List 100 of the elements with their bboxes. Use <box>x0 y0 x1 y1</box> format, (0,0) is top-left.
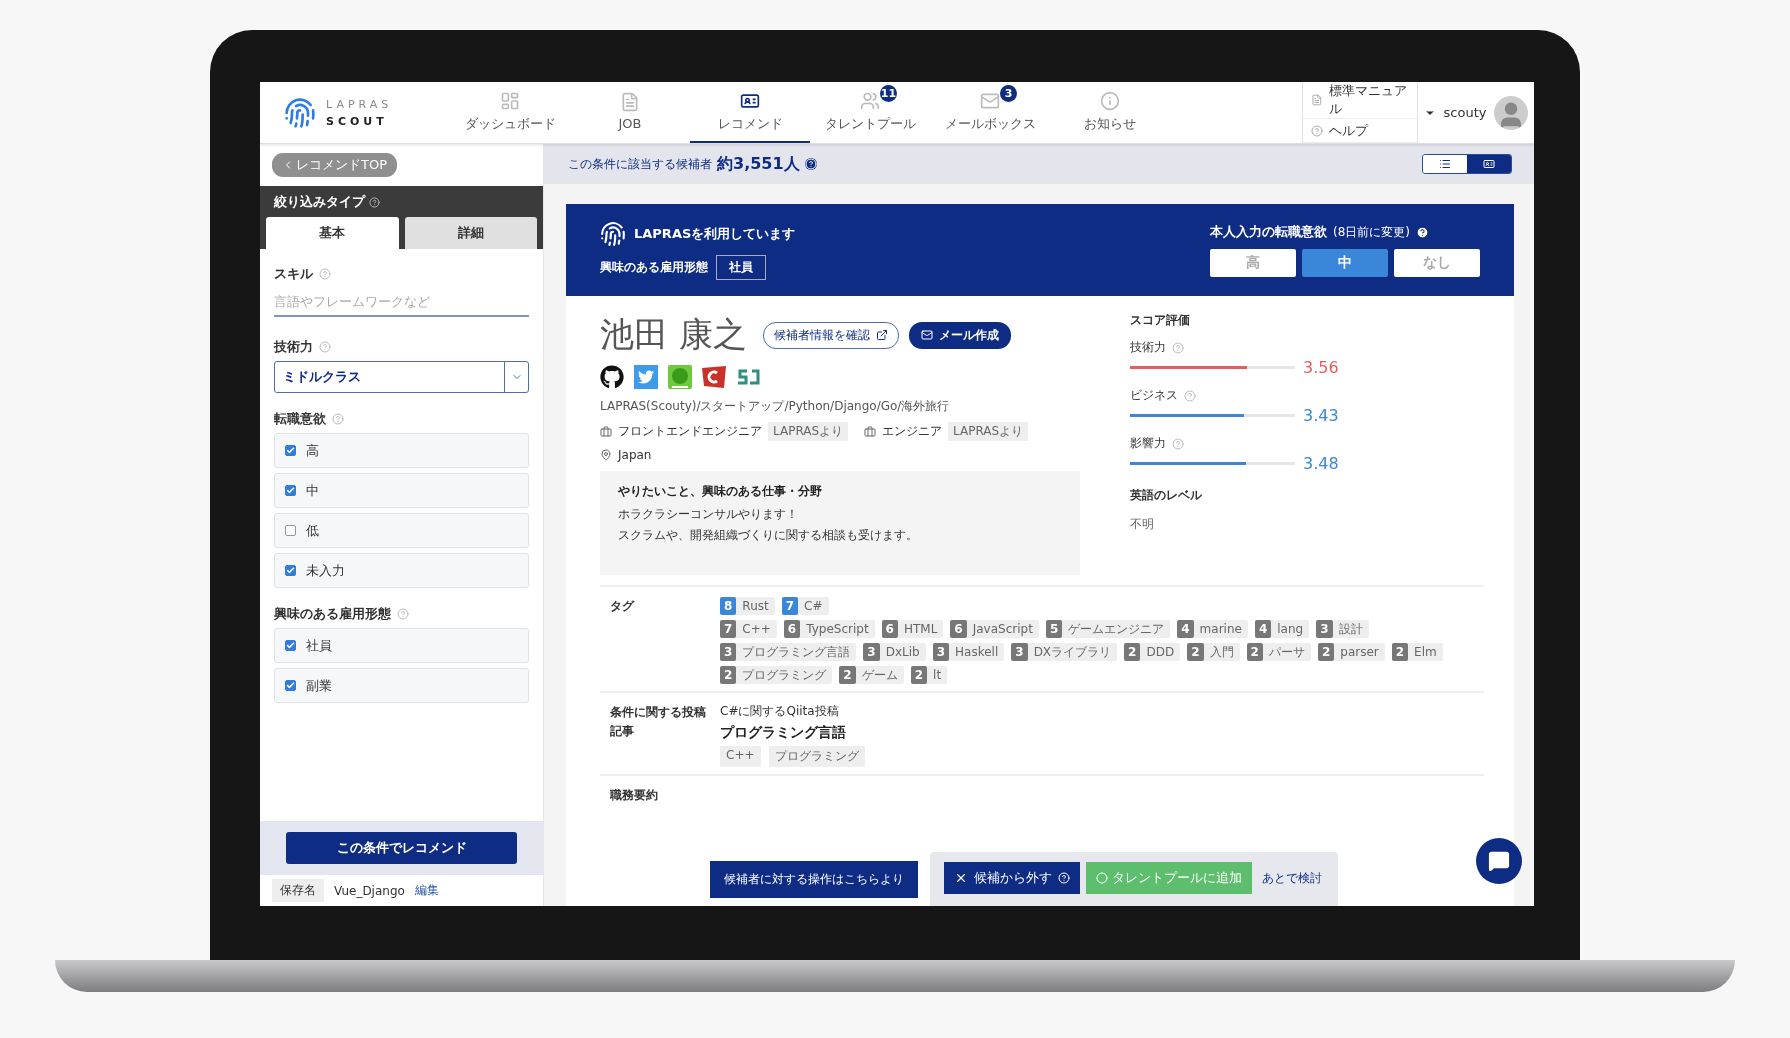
document-icon <box>620 92 640 112</box>
help-icon <box>332 413 344 425</box>
section-label: 職務要約 <box>610 787 659 804</box>
skill-tag: 8 Rust <box>720 597 775 615</box>
people-icon <box>860 90 880 111</box>
saved-name: Vue_Django <box>334 883 405 898</box>
help-icon <box>369 196 380 208</box>
checkbox-option[interactable]: 低 <box>274 513 529 548</box>
score-value: 3.43 <box>1303 406 1339 425</box>
recommend-button[interactable]: この条件でレコメンド <box>286 832 517 864</box>
post-source: C#に関するQiita投稿 <box>720 703 840 720</box>
help-icon <box>804 158 817 170</box>
count-badge: 11 <box>880 85 897 102</box>
checkbox[interactable] <box>285 680 296 691</box>
logo-text: SCOUT <box>326 114 389 128</box>
skill-tag: 2 DDD <box>1124 643 1181 661</box>
wish-title: やりたいこと、興味のある仕事・分野 <box>618 483 823 500</box>
check-icon <box>286 641 295 650</box>
filter-title: 絞り込みタイプ <box>266 193 537 211</box>
nav-tab[interactable]: JOB <box>570 82 690 143</box>
external-link-icon <box>875 329 888 341</box>
sj-logo-icon[interactable] <box>736 367 762 387</box>
score-value: 3.48 <box>1303 454 1339 473</box>
list-icon <box>1439 158 1451 170</box>
nav-tab[interactable]: お知らせ <box>1050 82 1170 143</box>
field-label: 技術力 <box>274 338 529 356</box>
skill-tag: 5 ゲームエンジニア <box>1045 620 1171 638</box>
skill-tag: 7 C++ <box>720 620 777 638</box>
logo-text: LAPRAS <box>326 97 393 111</box>
user-menu[interactable]: scouty <box>1418 82 1534 143</box>
skill-tag: 2 Elm <box>1391 643 1443 661</box>
filter-tab[interactable]: 詳細 <box>404 217 537 249</box>
field-label: 転職意欲 <box>274 410 529 428</box>
saved-label: 保存名 <box>272 879 324 902</box>
employment-chip: 社員 <box>716 254 766 280</box>
nav-tab[interactable]: タレントプール 11 <box>810 82 930 143</box>
english-level: 不明 <box>1130 516 1155 533</box>
intent-note: (8日前に変更) <box>1333 223 1410 241</box>
score-title: スコア評価 <box>1130 312 1191 329</box>
checkbox[interactable] <box>285 445 296 456</box>
remove-candidate-button[interactable]: 候補から外す <box>944 862 1080 894</box>
card-icon <box>1483 158 1495 170</box>
document-icon <box>1311 94 1323 106</box>
chat-bubble-icon <box>1488 850 1510 872</box>
role-text: エンジニア <box>882 423 943 440</box>
compose-mail-button[interactable]: メール作成 <box>908 321 1011 349</box>
checkbox-option[interactable]: 高 <box>274 433 529 468</box>
english-title: 英語のレベル <box>1130 487 1203 504</box>
view-toggle[interactable] <box>1467 155 1511 173</box>
skill-tag: 3 Haskell <box>932 643 1005 661</box>
skill-tag: 4 marine <box>1177 620 1248 638</box>
skill-tag: 3 DXライブラリ <box>1011 643 1118 661</box>
c-logo-icon[interactable] <box>702 366 726 388</box>
speech-bubble-icon[interactable] <box>668 365 692 389</box>
edit-link[interactable]: 編集 <box>414 882 439 899</box>
checkbox[interactable] <box>285 640 296 651</box>
bird-icon[interactable] <box>634 365 658 389</box>
nav-link[interactable]: 標準マニュアル <box>1303 82 1417 119</box>
check-icon <box>286 446 295 455</box>
checkbox-option[interactable]: 社員 <box>274 628 529 663</box>
skill-tag: 7 C# <box>781 597 829 615</box>
checkbox[interactable] <box>285 525 296 536</box>
fingerprint-logo-icon <box>600 220 626 247</box>
github-icon[interactable] <box>600 365 624 389</box>
circle-icon <box>1096 872 1108 884</box>
help-icon <box>1184 389 1196 402</box>
fingerprint-logo-icon <box>284 96 316 129</box>
skill-tag: 6 HTML <box>881 620 944 638</box>
view-toggle[interactable] <box>1423 155 1467 173</box>
later-link[interactable]: あとで検討 <box>1258 869 1322 887</box>
help-icon <box>319 341 331 353</box>
nav-tab[interactable]: ダッシュボード <box>450 82 570 143</box>
count-badge: 3 <box>1000 85 1017 102</box>
source-tag: LAPRASより <box>768 422 849 441</box>
score-label: ビジネス <box>1130 387 1360 404</box>
section-label: タグ <box>610 598 636 615</box>
skill-tag: 4 lang <box>1254 620 1310 638</box>
nav-link[interactable]: ヘルプ <box>1303 119 1417 143</box>
score-value: 3.56 <box>1303 358 1339 377</box>
checkbox-option[interactable]: 副業 <box>274 668 529 703</box>
checkbox-option[interactable]: 未入力 <box>274 553 529 588</box>
filter-tab[interactable]: 基本 <box>266 217 399 249</box>
post-title[interactable]: プログラミング言語 <box>720 724 865 742</box>
skill-tag: 3 プログラミング言語 <box>720 643 857 661</box>
count-text: この条件に該当する候補者 <box>568 155 712 173</box>
checkbox[interactable] <box>285 485 296 496</box>
skill-tag: 6 TypeScript <box>783 620 875 638</box>
bio-text: LAPRAS(Scouty)/スタートアップ/Python/Django/Go/海外旅行 <box>600 398 951 415</box>
tech-level-select[interactable]: ミドルクラス <box>274 361 529 393</box>
checkbox-option[interactable]: 中 <box>274 473 529 508</box>
checkbox[interactable] <box>285 565 296 576</box>
skill-tag: 2 ゲーム <box>839 666 904 684</box>
nav-tab[interactable]: メールボックス 3 <box>930 82 1050 143</box>
score-label: 技術力 <box>1130 339 1360 356</box>
role-text: フロントエンドエンジニア <box>618 423 762 440</box>
candidate-count: 約3,551人 <box>717 153 800 175</box>
action-hint: 候補者に対する操作はこちらより <box>710 860 918 898</box>
candidate-info-button[interactable]: 候補者情報を確認 <box>762 321 899 349</box>
intent-option[interactable]: 中 <box>1302 249 1388 277</box>
help-icon <box>319 268 331 280</box>
